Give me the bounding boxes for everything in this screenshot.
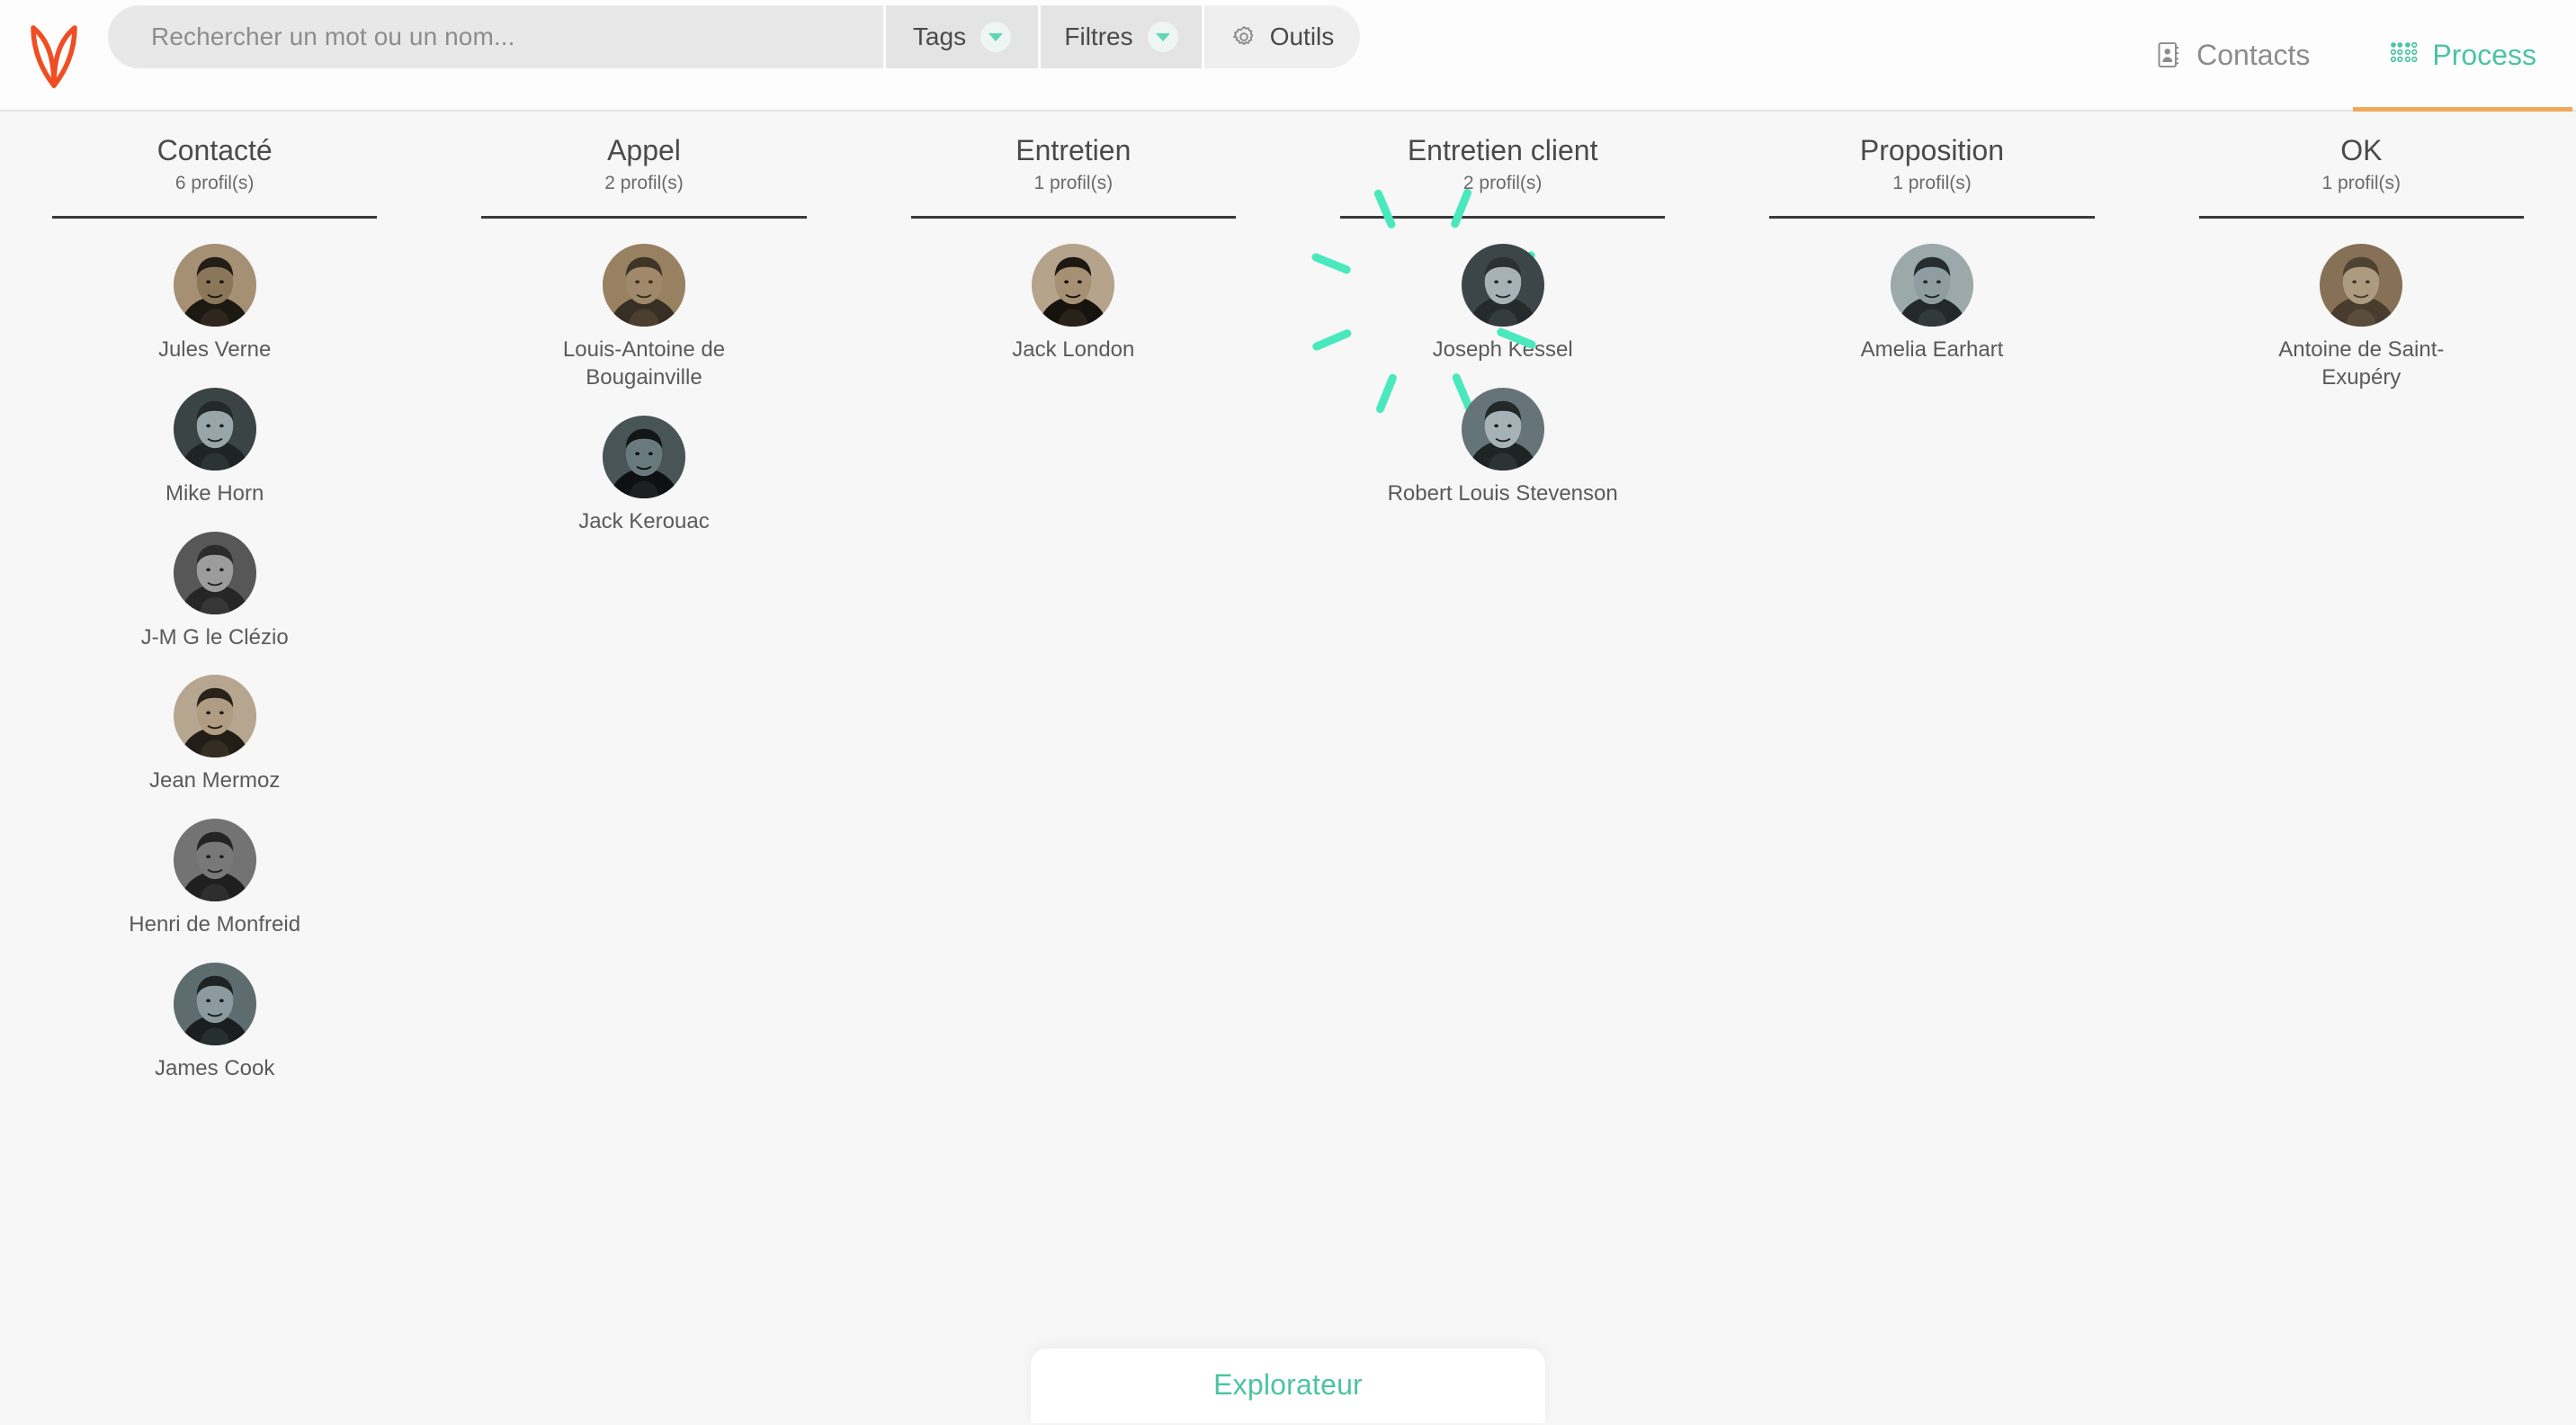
top-bar: Tags Filtres Outils: [0, 0, 2576, 112]
avatar: [173, 244, 256, 327]
tags-button[interactable]: Tags: [883, 5, 1038, 68]
column-card-list: Louis-Antoine de Bougainville Jack Kerou…: [442, 219, 845, 535]
outils-button[interactable]: Outils: [1202, 5, 1360, 68]
contacts-book-icon: [2158, 42, 2179, 67]
profile-name: Louis-Antoine de Bougainville: [562, 337, 726, 390]
profile-card[interactable]: Jules Verne: [13, 244, 416, 364]
column-title: Entretien: [1015, 134, 1131, 166]
profile-card[interactable]: Joseph Kessel: [1301, 187, 1704, 415]
column-profile-count: 1 profil(s): [2321, 173, 2402, 194]
column-title: Entretien client: [1407, 134, 1598, 166]
profile-card[interactable]: Louis-Antoine de Bougainville: [442, 244, 845, 391]
profile-name: Jean Mermoz: [148, 768, 281, 793]
filtres-button[interactable]: Filtres: [1038, 5, 1202, 68]
board-column: Entretien 1 profil(s) Jack London: [859, 134, 1288, 1423]
column-title: Appel: [607, 134, 681, 166]
avatar: [1461, 387, 1544, 471]
top-nav: Contacts Process: [2115, 0, 2576, 112]
profile-card[interactable]: Mike Horn: [13, 387, 416, 508]
board-column: Appel 2 profil(s) Louis-Antoine de Bougai…: [429, 134, 858, 1423]
nav-item-process[interactable]: Process: [2349, 0, 2576, 112]
process-grid-icon: [2391, 41, 2418, 63]
profile-name: J-M G le Clézio: [140, 624, 289, 650]
profile-card[interactable]: Henri de Monfreid: [13, 819, 416, 939]
column-profile-count: 6 profil(s): [174, 173, 255, 194]
profile-card[interactable]: James Cook: [13, 962, 416, 1083]
avatar: [1890, 244, 1973, 327]
explorer-label: Explorateur: [1213, 1368, 1363, 1401]
column-title: Contacté: [157, 134, 273, 166]
profile-card[interactable]: Antoine de Saint-Exupéry: [2160, 244, 2563, 391]
avatar: [173, 819, 256, 902]
app-logo[interactable]: [0, 0, 108, 110]
chevron-down-icon: [980, 22, 1012, 52]
avatar: [173, 962, 256, 1045]
gear-icon: [1232, 26, 1254, 45]
outils-label: Outils: [1269, 22, 1335, 50]
profile-name: Antoine de Saint-Exupéry: [2278, 337, 2445, 390]
column-card-list: Amelia Earhart: [1730, 219, 2133, 364]
nav-item-contacts[interactable]: Contacts: [2115, 0, 2349, 110]
avatar: [173, 675, 256, 758]
fox-logo-icon: [31, 25, 77, 88]
avatar: [173, 387, 256, 471]
profile-name: James Cook: [154, 1055, 275, 1080]
avatar: [602, 244, 685, 327]
profile-card[interactable]: J-M G le Clézio: [13, 531, 416, 652]
column-title: OK: [2340, 134, 2383, 166]
profile-card[interactable]: Amelia Earhart: [1730, 244, 2133, 364]
avatar: [1461, 244, 1544, 327]
profile-name: Henri de Monfreid: [129, 912, 301, 937]
profile-name: Jack London: [1012, 337, 1135, 363]
board-column: OK 1 profil(s) Antoine de Saint-Exupéry: [2147, 134, 2576, 1423]
profile-name: Amelia Earhart: [1860, 337, 2004, 363]
profile-card[interactable]: Jack Kerouac: [442, 415, 845, 536]
profile-card[interactable]: Robert Louis Stevenson: [1301, 387, 1704, 508]
column-card-list: Jules Verne Mike Horn J-M G le Clézio Je…: [13, 219, 416, 1082]
profile-name: Jack Kerouac: [578, 508, 710, 533]
filtres-label: Filtres: [1064, 22, 1133, 50]
nav-process-label: Process: [2432, 38, 2536, 71]
chevron-down-icon: [1147, 22, 1178, 52]
column-title: Proposition: [1859, 134, 2005, 166]
avatar: [2320, 244, 2403, 327]
explorer-panel[interactable]: Explorateur: [1031, 1349, 1545, 1423]
column-profile-count: 2 profil(s): [1462, 173, 1543, 194]
profile-name: Jules Verne: [157, 337, 272, 363]
column-profile-count: 1 profil(s): [1033, 173, 1114, 194]
search-toolbar-group: Tags Filtres Outils: [108, 5, 1360, 68]
profile-name: Mike Horn: [165, 480, 264, 506]
column-profile-count: 1 profil(s): [1892, 173, 1972, 194]
column-profile-count: 2 profil(s): [604, 173, 684, 194]
search-input[interactable]: [108, 5, 883, 68]
board-column: Contacté 6 profil(s) Jules Verne Mike Hor…: [0, 134, 429, 1423]
column-card-list: Joseph Kessel Robert Louis Stevenson: [1301, 187, 1704, 508]
column-card-list: Antoine de Saint-Exupéry: [2160, 219, 2563, 391]
profile-card[interactable]: Jack London: [872, 244, 1275, 364]
board-column: Entretien client 2 profil(s) Joseph Kesse…: [1288, 134, 1717, 1423]
board-column: Proposition 1 profil(s) Amelia Earhart: [1717, 134, 2146, 1423]
profile-name: Robert Louis Stevenson: [1387, 480, 1618, 506]
column-card-list: Jack London: [872, 219, 1275, 364]
avatar: [602, 415, 685, 498]
nav-contacts-label: Contacts: [2196, 38, 2311, 71]
avatar: [173, 531, 256, 614]
profile-card[interactable]: Jean Mermoz: [13, 675, 416, 795]
profile-name: Joseph Kessel: [1432, 337, 1573, 363]
pipeline-board: Contacté 6 profil(s) Jules Verne Mike Hor…: [0, 112, 2576, 1423]
avatar: [1032, 244, 1115, 327]
tags-label: Tags: [912, 22, 967, 50]
